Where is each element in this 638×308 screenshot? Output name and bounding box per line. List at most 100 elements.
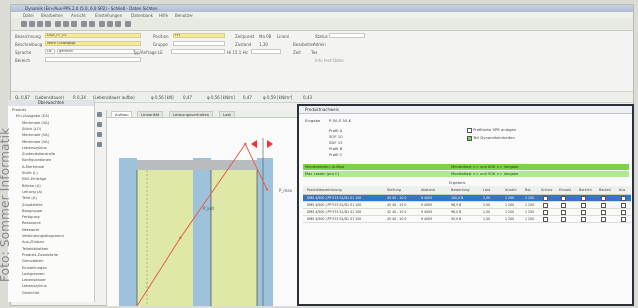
tree-item[interactable]: Ein-/Ausgabe (EA) <box>16 114 49 118</box>
row-checkbox[interactable] <box>601 210 606 215</box>
row-checkbox[interactable] <box>561 196 566 201</box>
tree-item[interactable]: Fertigung <box>22 215 40 219</box>
row-checkbox[interactable] <box>601 196 606 201</box>
row-checkbox[interactable] <box>621 196 626 201</box>
col-bewertung[interactable]: Bewertung <box>451 188 469 192</box>
col-anzahl[interactable]: Anzahl <box>505 188 516 192</box>
tree-item[interactable]: Zusatzteile <box>22 203 42 207</box>
tree-item[interactable]: Merkmale (VA) <box>22 133 49 137</box>
gruppe-select[interactable] <box>173 41 225 46</box>
delete-icon[interactable] <box>97 122 102 127</box>
checkbox-profile[interactable] <box>467 128 472 133</box>
hi-field[interactable] <box>251 49 281 54</box>
position-field[interactable]: FH <box>173 33 225 38</box>
copy-icon[interactable] <box>63 21 69 27</box>
settings-icon[interactable] <box>115 21 121 27</box>
tree-item[interactable]: Lebensdauer <box>22 278 46 282</box>
zeitpunkt-mode[interactable]: Lineal <box>277 34 289 39</box>
tree-item[interactable]: Einstellungen <box>22 266 47 270</box>
col-last[interactable]: Last <box>483 188 490 192</box>
up-icon[interactable] <box>97 132 102 137</box>
bereich-field[interactable] <box>45 57 141 62</box>
col-bereich[interactable]: Bereich <box>579 188 592 192</box>
row-checkbox[interactable] <box>621 210 626 215</box>
sprache-select[interactable]: german <box>57 49 141 54</box>
tree-item[interactable]: Netzwerk <box>22 228 39 232</box>
redo-icon[interactable] <box>89 21 95 27</box>
row-checkbox[interactable] <box>543 203 548 208</box>
table-row[interactable]: DMS 4/500 | PP 575 S1/D1 S1 100 42 40 - 1… <box>303 209 631 216</box>
tab-leistungsverhalten[interactable]: Leistungsverhalten <box>169 111 214 117</box>
tree-item[interactable]: Blöcke (A) <box>22 184 41 188</box>
help-icon[interactable] <box>125 21 131 27</box>
row-checkbox[interactable] <box>621 217 626 222</box>
tree-item[interactable]: Stück (LO) <box>22 127 41 131</box>
tree-item[interactable]: A-Merkmale <box>22 165 44 169</box>
row-checkbox[interactable] <box>581 210 586 215</box>
row-checkbox[interactable] <box>543 210 548 215</box>
status-select[interactable] <box>329 33 365 38</box>
row-checkbox[interactable] <box>543 196 548 201</box>
col-abstand[interactable]: Abstand <box>421 188 435 192</box>
tree-item[interactable]: Merkmale (VA) <box>22 121 49 125</box>
sprache-code-field[interactable]: DE <box>45 49 55 54</box>
tab-aufbau[interactable]: Aufbau <box>111 111 133 117</box>
undo-icon[interactable] <box>81 21 87 27</box>
row-checkbox[interactable] <box>581 217 586 222</box>
chart-icon[interactable] <box>107 21 113 27</box>
row-checkbox[interactable] <box>581 196 586 201</box>
tree-item[interactable]: Produkt-Zusatzteile <box>22 253 58 257</box>
col-stellung[interactable]: Stellung <box>387 188 401 192</box>
tree-item[interactable]: Zustandskontrolle <box>22 152 55 156</box>
tree-item[interactable]: Teilebibliothek <box>22 247 48 251</box>
col-bst[interactable]: Bst. <box>525 188 532 192</box>
tree-item[interactable]: Verbindungsdiagramm <box>22 234 64 238</box>
row-checkbox[interactable] <box>561 217 566 222</box>
col-aus[interactable]: Aus <box>619 188 625 192</box>
col-einsatz[interactable]: Einsatz <box>559 188 571 192</box>
tree-item[interactable]: Stufe (L) <box>22 171 38 175</box>
row-checkbox[interactable] <box>581 203 586 208</box>
row-checkbox[interactable] <box>601 217 606 222</box>
tree-item[interactable]: EKO-Einträge <box>22 177 46 181</box>
print-icon[interactable] <box>45 21 51 27</box>
typ-select[interactable] <box>171 49 225 54</box>
tree-item[interactable]: Leitung (A) <box>22 190 42 194</box>
add-icon[interactable] <box>97 112 102 117</box>
tree-item[interactable]: Konfigurationen <box>22 158 51 162</box>
table-row[interactable]: DMS 4/500 | PP 575 S1/D1 S1 100 45 50 - 1… <box>303 195 631 202</box>
tree-item[interactable]: Aus-/Einbau <box>22 240 44 244</box>
cut-icon[interactable] <box>55 21 61 27</box>
tree-item[interactable]: Ressource <box>22 221 41 225</box>
tree-item[interactable]: Grenzdaten <box>22 259 44 263</box>
save-icon[interactable] <box>37 21 43 27</box>
row-checkbox[interactable] <box>561 203 566 208</box>
tree-item[interactable]: Gewichte <box>22 291 39 295</box>
col-bauteil[interactable]: Bauteil <box>599 188 611 192</box>
beschreibung-field[interactable]: Werk Ludwigsgr. <box>45 41 141 46</box>
tab-last[interactable]: Last <box>219 111 235 117</box>
tree-item[interactable]: Teile (A) <box>22 196 37 200</box>
row-checkbox[interactable] <box>601 203 606 208</box>
row-checkbox[interactable] <box>621 203 626 208</box>
table-row[interactable]: DMS 4/500 | PP 575 S1/D1 S1 100 45 40 - 1… <box>303 216 631 223</box>
down-icon[interactable] <box>97 142 102 147</box>
row-checkbox[interactable] <box>543 217 548 222</box>
tab-linearitaet[interactable]: Linearität <box>137 111 164 117</box>
tree-item[interactable]: Merkmale (VA) <box>22 140 49 144</box>
row-checkbox[interactable] <box>561 210 566 215</box>
col-produkt[interactable]: Produktbezeichnung <box>307 188 342 192</box>
tree-item[interactable]: Produkt <box>12 108 26 112</box>
open-icon[interactable] <box>29 21 35 27</box>
tree-item[interactable]: Lastgrenzen <box>22 272 45 276</box>
calculate-icon[interactable] <box>99 21 105 27</box>
paste-icon[interactable] <box>71 21 77 27</box>
col-schutz[interactable]: Schutz <box>541 188 552 192</box>
checkbox-dynamik[interactable] <box>467 136 472 141</box>
tree-item[interactable]: Lebenszyklus <box>22 146 47 150</box>
bezeichnung-field[interactable]: DSA_FF_01 <box>45 33 141 38</box>
new-icon[interactable] <box>21 21 27 27</box>
tree-item[interactable]: Lebenszyklus <box>22 284 47 288</box>
table-row[interactable]: DMS 4/500 | PP 575 S1/D1 S1 100 45 40 - 1… <box>303 202 631 209</box>
tree-item[interactable]: Baugruppe <box>22 209 42 213</box>
